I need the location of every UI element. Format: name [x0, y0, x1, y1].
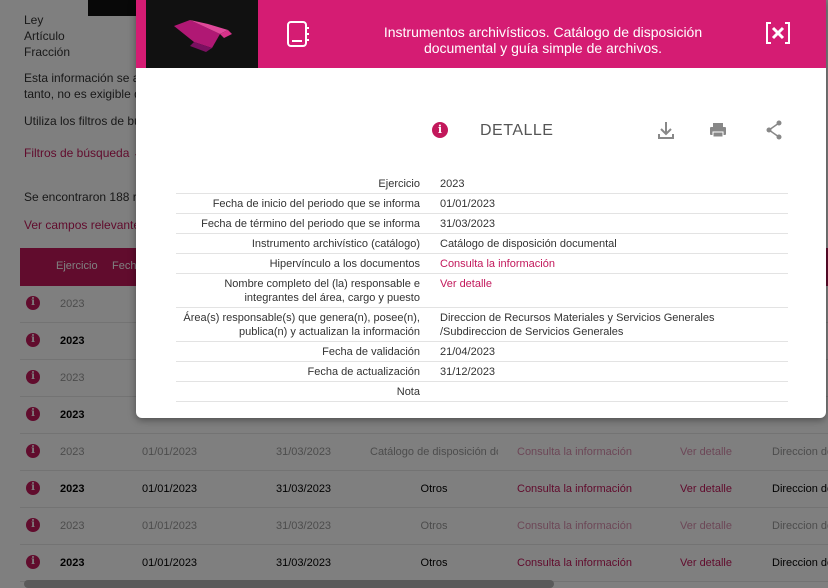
detail-label: Instrumento archivístico (catálogo) — [176, 233, 430, 254]
detail-label: Nota — [176, 381, 430, 402]
detail-link[interactable]: Consulta la información — [430, 253, 788, 274]
close-icon[interactable] — [763, 18, 793, 53]
detail-value: 31/12/2023 — [430, 361, 788, 382]
detail-label: Área(s) responsable(s) que genera(n), po… — [176, 307, 430, 342]
detail-value: Direccion de Recursos Materiales y Servi… — [430, 307, 788, 342]
detail-label: Nombre completo del (la) responsable e i… — [176, 273, 430, 308]
detail-title: DETALLE — [480, 122, 554, 139]
detail-value: 21/04/2023 — [430, 341, 788, 362]
detail-label: Fecha de término del periodo que se info… — [176, 213, 430, 234]
detail-value: Catálogo de disposición documental — [430, 233, 788, 254]
detail-row: Instrumento archivístico (catálogo) Catál… — [176, 233, 788, 254]
info-icon: i — [432, 122, 448, 138]
detail-row: Fecha de validación 21/04/2023 — [176, 341, 788, 362]
detail-row: Hipervínculo a los documentos Consulta la… — [176, 253, 788, 274]
detail-row: Nota — [176, 381, 788, 402]
detail-label: Fecha de inicio del periodo que se infor… — [176, 193, 430, 214]
detail-label: Ejercicio — [176, 174, 430, 194]
logo — [146, 0, 258, 68]
detail-row: Área(s) responsable(s) que genera(n), po… — [176, 307, 788, 342]
print-icon[interactable] — [708, 118, 728, 147]
modal-title: Instrumentos archivísticos. Catálogo de … — [383, 24, 703, 56]
detail-label: Fecha de actualización — [176, 361, 430, 382]
detail-value: 31/03/2023 — [430, 213, 788, 234]
detail-link[interactable]: Ver detalle — [430, 273, 788, 308]
download-icon[interactable] — [656, 118, 676, 147]
detail-row: Fecha de actualización 31/12/2023 — [176, 361, 788, 382]
detail-table: Ejercicio 2023 Fecha de inicio del periodo… — [176, 174, 788, 402]
detail-row: Nombre completo del (la) responsable e i… — [176, 273, 788, 308]
detail-modal: Instrumentos archivísticos. Catálogo de … — [136, 0, 826, 418]
detail-row: Fecha de inicio del periodo que se infor… — [176, 193, 788, 214]
detail-value — [430, 381, 788, 402]
modal-header: Instrumentos archivísticos. Catálogo de … — [136, 0, 826, 68]
detail-value: 01/01/2023 — [430, 193, 788, 214]
book-icon — [286, 20, 310, 53]
detail-row: Ejercicio 2023 — [176, 174, 788, 194]
detail-label: Hipervínculo a los documentos — [176, 253, 430, 274]
detail-label: Fecha de validación — [176, 341, 430, 362]
detail-value: 2023 — [430, 174, 788, 194]
detail-row: Fecha de término del periodo que se info… — [176, 213, 788, 234]
share-icon[interactable] — [764, 118, 784, 147]
